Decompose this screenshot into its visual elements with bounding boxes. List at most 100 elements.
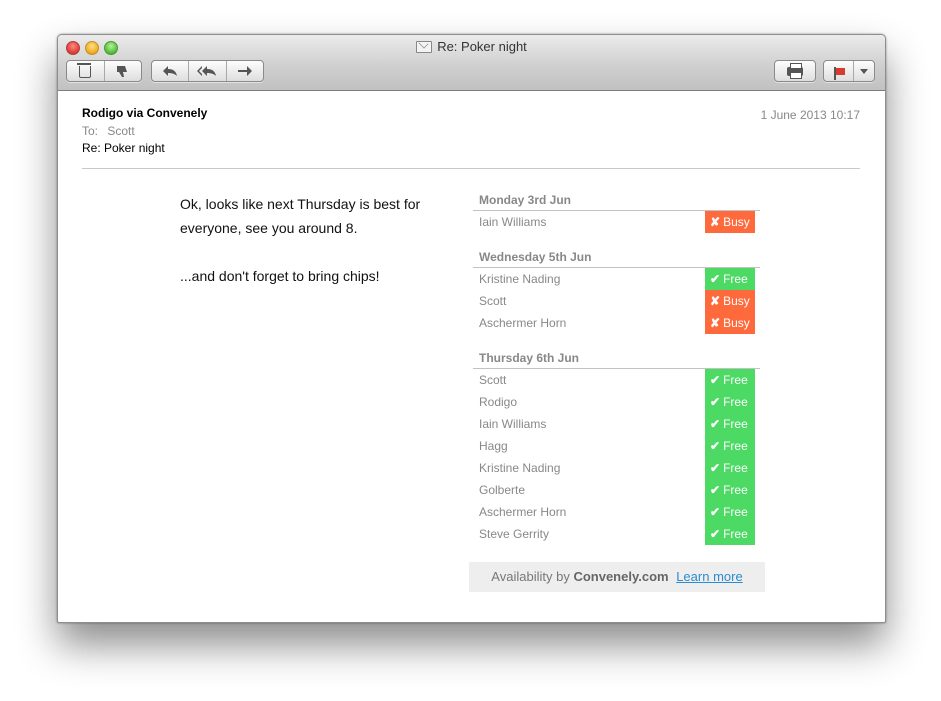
day-title: Thursday 6th Jun <box>473 348 760 369</box>
reply-all-button[interactable] <box>189 61 227 81</box>
status-label: Free <box>723 527 748 541</box>
free-badge: ✔ Free <box>705 435 755 457</box>
message-body: Ok, looks like next Thursday is best for… <box>180 192 455 288</box>
recipients-line: To: Scott <box>82 124 860 138</box>
forward-button[interactable] <box>227 61 263 81</box>
footer-prefix: Availability by <box>491 569 570 584</box>
footer-brand: Convenely.com <box>573 569 669 584</box>
check-icon: ✔ <box>710 439 721 453</box>
free-badge: ✔ Free <box>705 369 755 391</box>
learn-more-link[interactable]: Learn more <box>676 569 742 584</box>
availability-row: Aschermer Horn ✔ Free <box>473 501 760 523</box>
body-paragraph: Ok, looks like next Thursday is best for… <box>180 196 421 236</box>
availability-footer: Availability by Convenely.com Learn more <box>469 562 765 592</box>
print-button[interactable] <box>775 61 815 81</box>
forward-icon <box>237 66 252 76</box>
message-header: Rodigo via Convenely To: Scott Re: Poker… <box>82 106 860 155</box>
check-icon: ✔ <box>710 461 721 475</box>
delete-junk-group <box>66 60 142 82</box>
check-icon: ✔ <box>710 395 721 409</box>
day-section: Monday 3rd Jun Iain Williams ✘ Busy <box>473 190 760 233</box>
trash-icon <box>77 63 92 78</box>
person-name: Hagg <box>479 439 508 453</box>
free-badge: ✔ Free <box>705 479 755 501</box>
status-label: Busy <box>723 316 750 330</box>
busy-badge: ✘ Busy <box>705 312 755 334</box>
mail-window: Re: Poker night Rodigo via Convenely To:… <box>57 34 886 623</box>
envelope-icon <box>416 40 433 53</box>
person-name: Scott <box>479 294 507 308</box>
availability-row: Kristine Nading ✔ Free <box>473 457 760 479</box>
thumbs-down-icon <box>116 65 127 77</box>
free-badge: ✔ Free <box>705 457 755 479</box>
availability-row: Scott ✘ Busy <box>473 290 760 312</box>
chevron-down-icon <box>860 68 869 74</box>
status-label: Free <box>723 395 748 409</box>
header-divider <box>82 168 860 169</box>
message-subject: Re: Poker night <box>82 141 165 155</box>
person-name: Rodigo <box>479 395 518 409</box>
free-badge: ✔ Free <box>705 501 755 523</box>
check-icon: ✔ <box>710 417 721 431</box>
busy-badge: ✘ Busy <box>705 290 755 312</box>
reply-all-icon <box>197 66 217 76</box>
availability-row: Iain Williams ✘ Busy <box>473 211 760 233</box>
flag-menu-button[interactable] <box>854 61 874 81</box>
free-badge: ✔ Free <box>705 268 755 290</box>
day-title: Monday 3rd Jun <box>473 190 760 211</box>
check-icon: ✔ <box>710 505 721 519</box>
flag-group <box>823 60 875 82</box>
check-icon: ✔ <box>710 373 721 387</box>
reply-button[interactable] <box>152 61 190 81</box>
availability-schedule: Monday 3rd Jun Iain Williams ✘ Busy Wednesda… <box>473 190 760 559</box>
availability-row: Golberte ✔ Free <box>473 479 760 501</box>
availability-row: Hagg ✔ Free <box>473 435 760 457</box>
message-date: 1 June 2013 10:17 <box>760 108 860 122</box>
person-name: Steve Gerrity <box>479 527 550 541</box>
flag-button[interactable] <box>824 61 855 81</box>
person-name: Aschermer Horn <box>479 316 567 330</box>
availability-row: Scott ✔ Free <box>473 369 760 391</box>
day-section: Thursday 6th Jun Scott ✔ Free Rodigo ✔ Free Iai… <box>473 348 760 545</box>
cross-icon: ✘ <box>710 294 721 308</box>
to-label: To: <box>82 124 99 138</box>
window-title: Re: Poker night <box>58 39 885 54</box>
reply-forward-group <box>151 60 264 82</box>
cross-icon: ✘ <box>710 215 721 229</box>
status-label: Busy <box>723 294 750 308</box>
check-icon: ✔ <box>710 527 721 541</box>
availability-row: Iain Williams ✔ Free <box>473 413 760 435</box>
print-group <box>774 60 816 82</box>
person-name: Iain Williams <box>479 215 547 229</box>
status-label: Free <box>723 461 748 475</box>
status-label: Busy <box>723 215 750 229</box>
cross-icon: ✘ <box>710 316 721 330</box>
sender-name[interactable]: Rodigo via Convenely <box>82 106 860 120</box>
delete-button[interactable] <box>67 61 105 81</box>
status-label: Free <box>723 417 748 431</box>
title-bar: Re: Poker night <box>58 35 885 91</box>
person-name: Kristine Nading <box>479 272 561 286</box>
availability-row: Rodigo ✔ Free <box>473 391 760 413</box>
check-icon: ✔ <box>710 483 721 497</box>
day-section: Wednesday 5th Jun Kristine Nading ✔ Free Sco… <box>473 247 760 334</box>
body-paragraph: ...and don't forget to bring chips! <box>180 268 380 284</box>
availability-row: Aschermer Horn ✘ Busy <box>473 312 760 334</box>
status-label: Free <box>723 373 748 387</box>
person-name: Golberte <box>479 483 526 497</box>
flag-icon <box>833 66 845 80</box>
recipient-name[interactable]: Scott <box>107 124 134 138</box>
availability-row: Steve Gerrity ✔ Free <box>473 523 760 545</box>
person-name: Kristine Nading <box>479 461 561 475</box>
printer-icon <box>787 62 803 79</box>
person-name: Iain Williams <box>479 417 547 431</box>
status-label: Free <box>723 505 748 519</box>
free-badge: ✔ Free <box>705 413 755 435</box>
availability-row: Kristine Nading ✔ Free <box>473 268 760 290</box>
window-title-text: Re: Poker night <box>437 39 527 54</box>
person-name: Scott <box>479 373 507 387</box>
day-title: Wednesday 5th Jun <box>473 247 760 268</box>
free-badge: ✔ Free <box>705 523 755 545</box>
status-label: Free <box>723 439 748 453</box>
junk-button[interactable] <box>105 61 142 81</box>
